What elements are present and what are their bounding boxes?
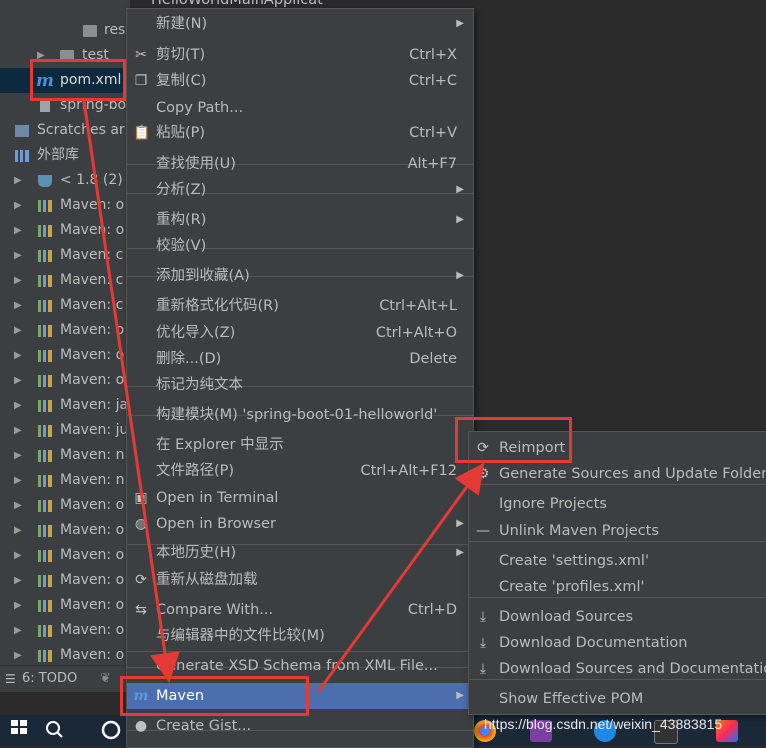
arrow-maven-to-reimport: [316, 462, 485, 693]
watermark: https://blog.csdn.net/weixin_43883815: [484, 716, 723, 732]
arrow-pom-to-maven: [82, 100, 180, 683]
annotation-arrows: [82, 100, 485, 693]
